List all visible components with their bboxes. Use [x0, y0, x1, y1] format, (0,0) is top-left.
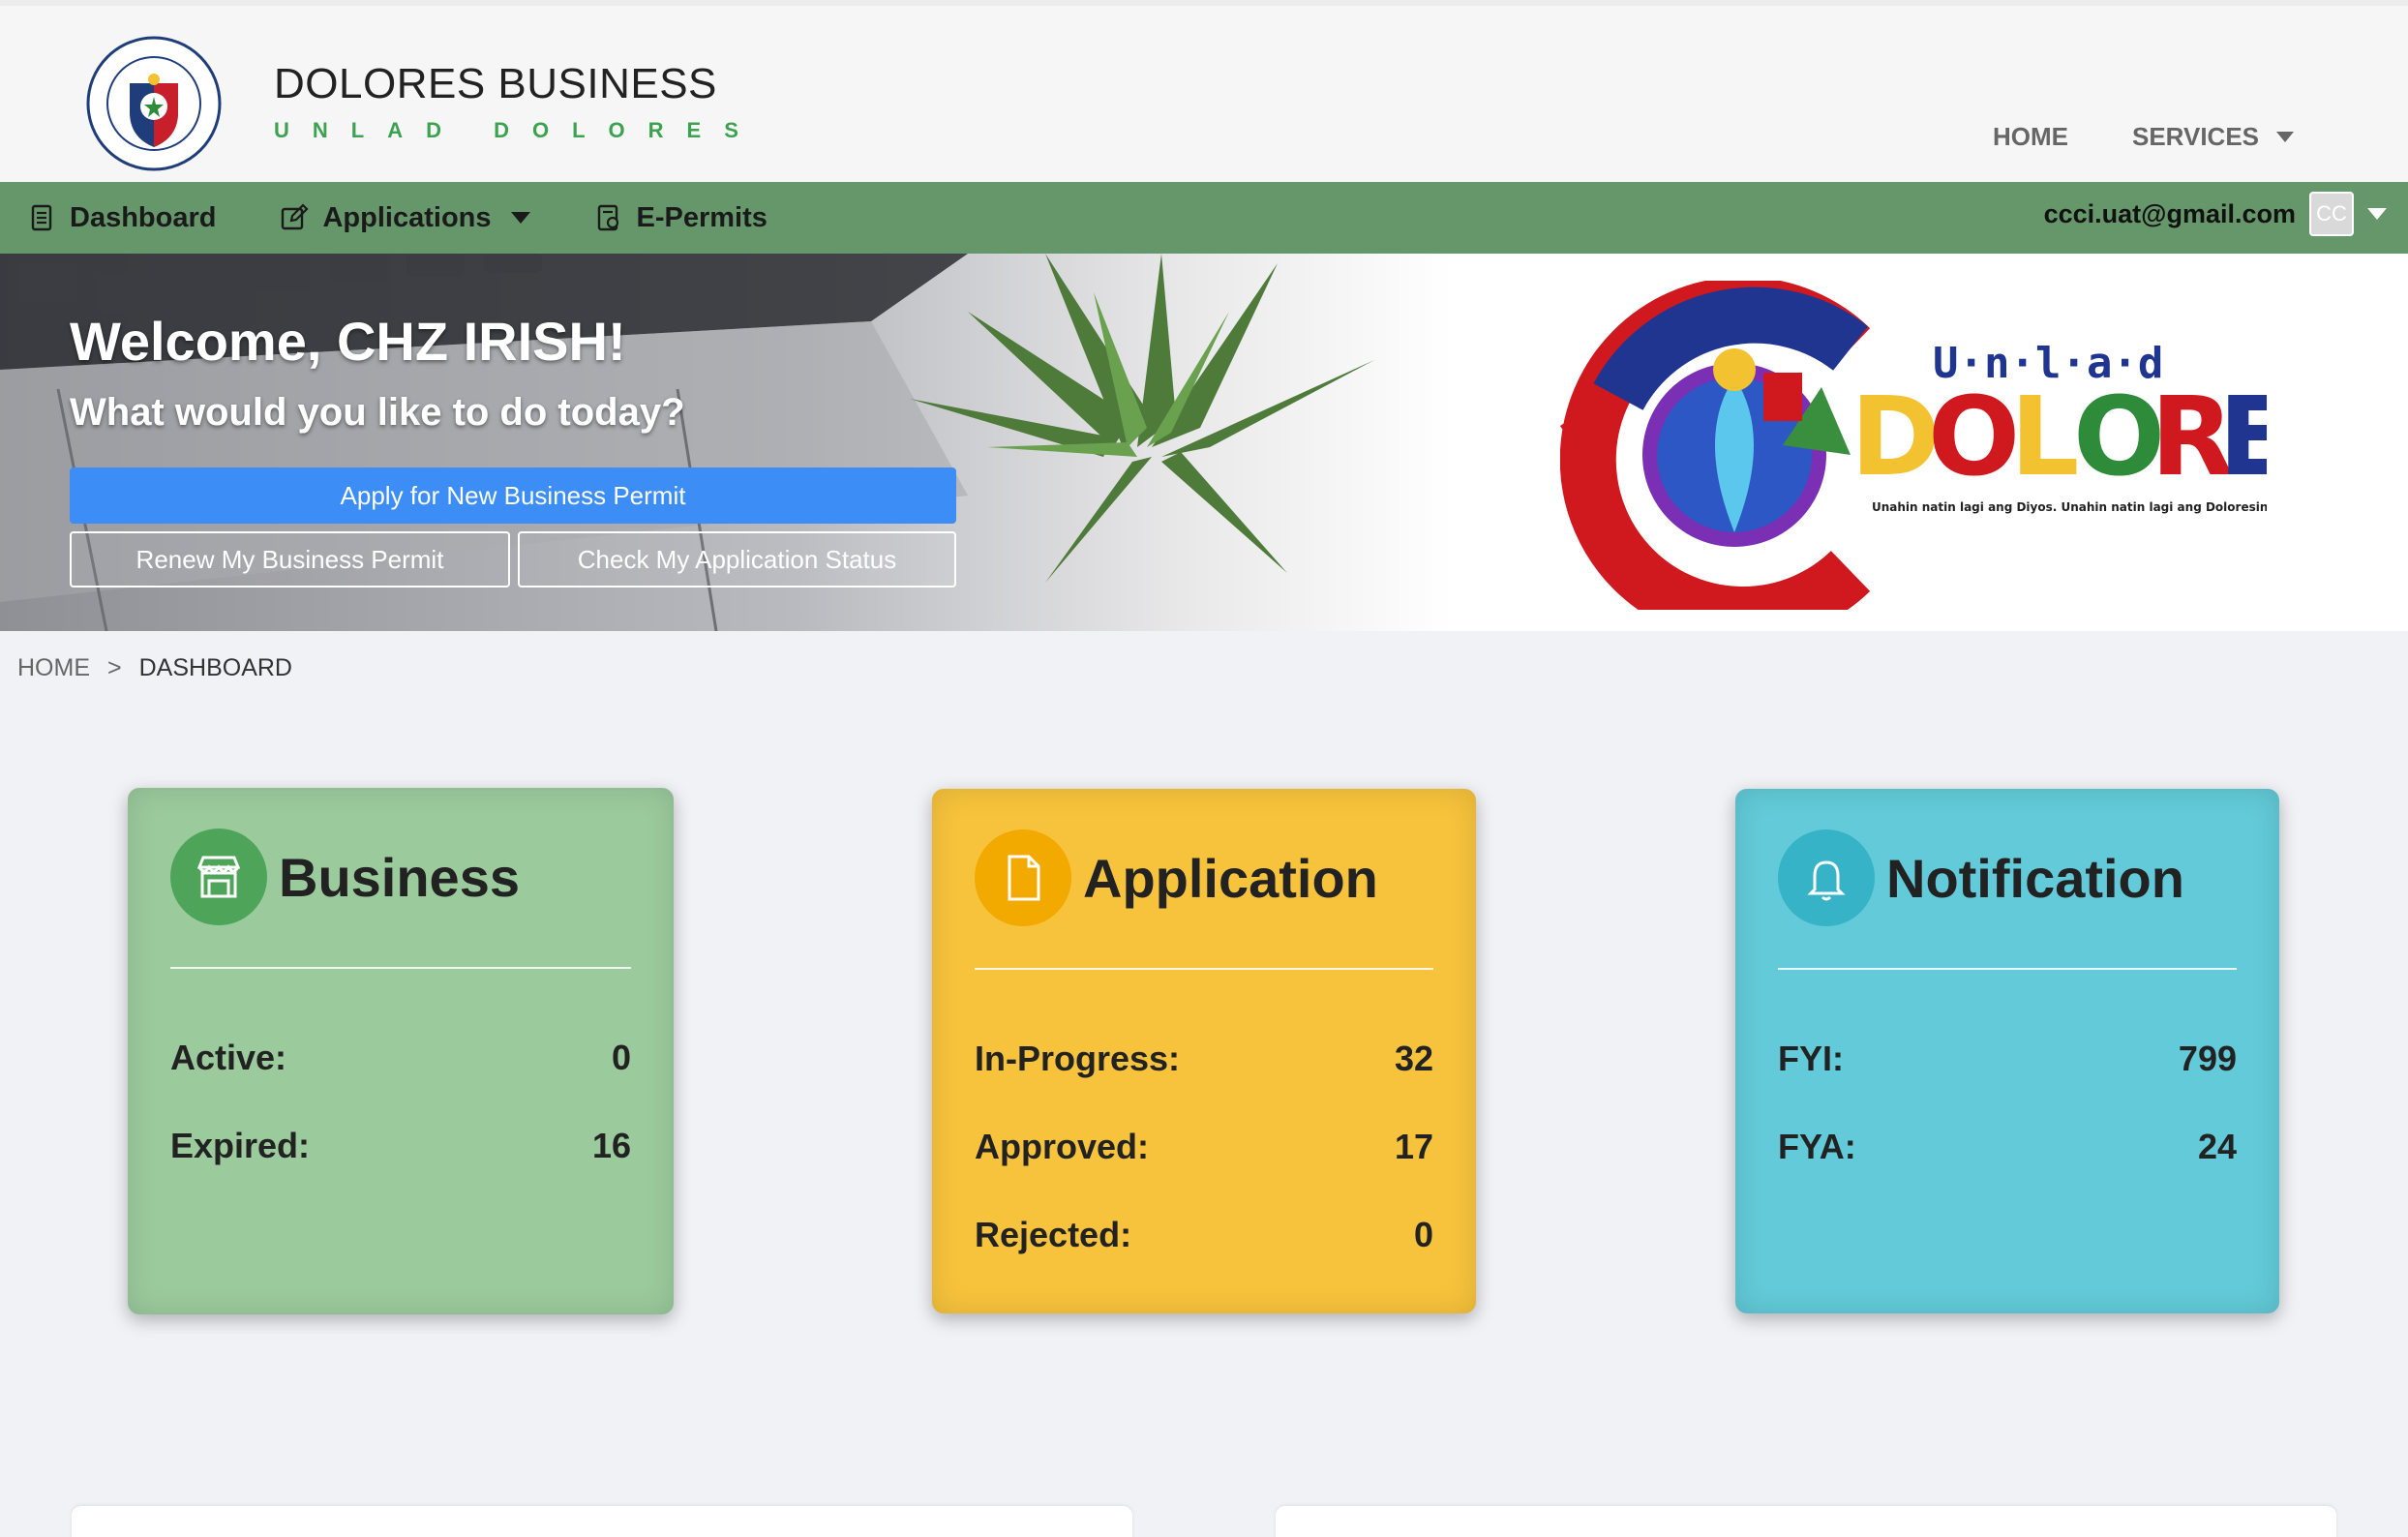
stat-value: 799 — [2178, 1039, 2237, 1078]
stat-value: 32 — [1394, 1039, 1433, 1078]
permit-icon — [597, 204, 618, 231]
svg-text:O: O — [1928, 375, 2020, 500]
user-email: ccci.uat@gmail.com — [2043, 198, 2296, 228]
apply-new-permit-button[interactable]: Apply for New Business Permit — [70, 467, 956, 524]
unlad-dolores-logo: U·n·l·a·d D O L O R E Unahin natin lagi … — [1560, 281, 2267, 610]
stat-label: Approved: — [975, 1127, 1149, 1166]
unlad-logo-tagline: Unahin natin lagi ang Diyos. Unahin nati… — [1872, 500, 2267, 514]
business-card-title: Business — [279, 846, 520, 908]
navbar-epermits[interactable]: E-Permits — [594, 202, 768, 234]
application-card-title: Application — [1083, 847, 1378, 909]
edit-icon — [282, 203, 310, 230]
breadcrumb-separator: > — [107, 654, 122, 681]
check-application-status-button[interactable]: Check My Application Status — [518, 531, 956, 588]
stat-label: Rejected: — [975, 1215, 1132, 1254]
divider — [975, 968, 1433, 970]
store-icon — [170, 829, 267, 925]
hero-banner: Welcome, CHZ IRISH! What would you like … — [0, 254, 2408, 631]
divider — [1778, 968, 2237, 970]
dolores-seal-logo[interactable] — [85, 35, 223, 172]
navbar-applications-dropdown[interactable]: Applications — [280, 201, 530, 234]
navbar-dashboard-label: Dashboard — [70, 201, 217, 233]
bell-icon — [1778, 829, 1875, 926]
stat-value: 17 — [1394, 1127, 1433, 1166]
main-navbar: Dashboard Applications E-Permits ccci.ua… — [0, 182, 2408, 254]
stat-row: FYA: 24 — [1778, 1127, 2237, 1167]
nav-services-dropdown[interactable]: SERVICES — [2132, 122, 2294, 152]
stat-row: Approved: 17 — [975, 1127, 1433, 1167]
renew-permit-button[interactable]: Renew My Business Permit — [70, 531, 510, 588]
stat-row: Active: 0 — [170, 1038, 631, 1078]
document-icon — [31, 204, 52, 231]
breadcrumb-current: DASHBOARD — [138, 654, 292, 681]
nav-home-link[interactable]: HOME — [1993, 122, 2068, 152]
chevron-down-icon[interactable] — [2367, 208, 2387, 220]
stat-value: 0 — [1413, 1215, 1433, 1254]
svg-text:E: E — [2218, 375, 2267, 500]
brand-title: DOLORES BUSINESS — [274, 60, 717, 107]
svg-text:L: L — [2010, 375, 2079, 500]
navbar-applications-label: Applications — [322, 201, 492, 233]
nav-services-label: SERVICES — [2131, 122, 2259, 151]
brand-subtitle: UNLAD DOLORES — [274, 118, 762, 142]
application-card[interactable]: Application In-Progress: 32 Approved: 17 R… — [932, 789, 1476, 1313]
stat-label: Expired: — [170, 1126, 311, 1165]
bottom-panel-left — [72, 1506, 1132, 1537]
navbar-dashboard[interactable]: Dashboard — [27, 202, 216, 234]
chevron-down-icon — [510, 212, 530, 224]
avatar[interactable]: CC — [2309, 192, 2354, 236]
dolores-logo-wordmark: D O L O R E — [1851, 375, 2267, 500]
stat-value: 16 — [591, 1126, 631, 1165]
stat-value: 0 — [611, 1038, 631, 1077]
navbar-epermits-label: E-Permits — [636, 201, 768, 233]
chevron-down-icon — [2276, 132, 2294, 142]
divider — [170, 967, 631, 969]
stat-row: Rejected: 0 — [975, 1215, 1433, 1255]
stat-row: FYI: 799 — [1778, 1039, 2237, 1079]
stat-value: 24 — [2197, 1127, 2237, 1166]
notification-card[interactable]: Notification FYI: 799 FYA: 24 — [1735, 789, 2279, 1313]
notification-card-title: Notification — [1886, 847, 2184, 909]
stat-row: In-Progress: 32 — [975, 1039, 1433, 1079]
stat-row: Expired: 16 — [170, 1126, 631, 1166]
welcome-question: What would you like to do today? — [70, 391, 685, 434]
bottom-panel-right — [1276, 1506, 2336, 1537]
stat-label: FYA: — [1778, 1127, 1856, 1166]
breadcrumb-home-link[interactable]: HOME — [17, 654, 90, 682]
user-menu[interactable]: ccci.uat@gmail.com CC — [2044, 192, 2387, 236]
nav-home-label: HOME — [1992, 122, 2068, 151]
stat-label: Active: — [170, 1038, 287, 1077]
stat-label: FYI: — [1778, 1039, 1844, 1078]
file-icon — [975, 829, 1071, 926]
top-header: DOLORES BUSINESS UNLAD DOLORES HOME SERV… — [0, 0, 2408, 182]
breadcrumb: HOME > DASHBOARD — [17, 654, 292, 682]
welcome-heading: Welcome, CHZ IRISH! — [70, 311, 626, 372]
stat-label: In-Progress: — [975, 1039, 1181, 1078]
top-nav: HOME SERVICES — [1993, 122, 2294, 152]
business-card[interactable]: Business Active: 0 Expired: 16 — [128, 788, 674, 1314]
